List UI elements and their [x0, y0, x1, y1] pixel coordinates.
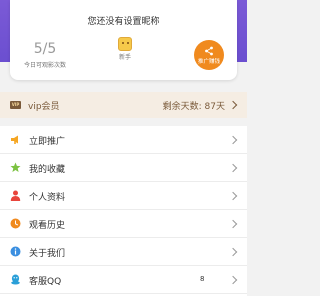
level-badge-icon: [118, 37, 132, 51]
menu-item-label: 关于我们: [29, 249, 66, 259]
qq-number: 8: [200, 275, 205, 283]
menu-item-promote[interactable]: 立即推广: [0, 126, 247, 154]
chevron-right-icon: [228, 100, 238, 110]
chevron-right-icon: [228, 163, 238, 173]
menu-item-history[interactable]: 观看历史: [0, 210, 247, 238]
menu-item-label: 客服QQ: [29, 277, 62, 287]
level-label: 新手: [118, 54, 131, 61]
info-icon: [10, 246, 21, 257]
menu-item-label: 立即推广: [29, 137, 66, 147]
chevron-right-icon: [228, 135, 238, 145]
person-icon: [10, 190, 21, 201]
views-count: 5/5: [33, 41, 57, 57]
nickname-text[interactable]: 您还没有设置昵称: [10, 14, 237, 27]
menu-item-label: 个人资料: [29, 193, 66, 203]
promo-earn-button[interactable]: 推广赚钱: [194, 40, 224, 70]
views-label: 今日可观影次数: [24, 62, 67, 69]
chevron-right-icon: [228, 275, 238, 285]
menu-item-label: 我的收藏: [29, 165, 66, 175]
menu-item-favorites[interactable]: 我的收藏: [0, 154, 247, 182]
clock-icon: [10, 218, 21, 229]
megaphone-icon: [11, 135, 18, 144]
vip-membership-row[interactable]: VIP vip会员 剩余天数: 87天: [0, 92, 247, 118]
profile-card: 您还没有设置昵称 5/5 今日可观影次数 新手 推广赚钱: [10, 0, 237, 80]
chevron-right-icon: [228, 219, 238, 229]
menu-item-customer-service-qq[interactable]: 客服QQ 8: [0, 266, 247, 294]
menu-item-about[interactable]: 关于我们: [0, 238, 247, 266]
promo-label: 推广赚钱: [197, 58, 220, 65]
vip-label: vip会员: [28, 102, 60, 112]
star-icon: [10, 162, 21, 172]
qq-icon: [11, 274, 20, 285]
share-icon: [205, 46, 213, 55]
menu-item-profile[interactable]: 个人资料: [0, 182, 247, 210]
menu-item-label: 观看历史: [29, 221, 66, 231]
vip-remaining-days: 剩余天数: 87天: [162, 102, 225, 112]
vip-badge-icon: VIP: [10, 101, 21, 109]
chevron-right-icon: [228, 191, 238, 201]
menu-list: 立即推广 我的收藏 个人资料 观看历史 关于我们 客服QQ 8: [0, 126, 247, 296]
chevron-right-icon: [228, 247, 238, 257]
